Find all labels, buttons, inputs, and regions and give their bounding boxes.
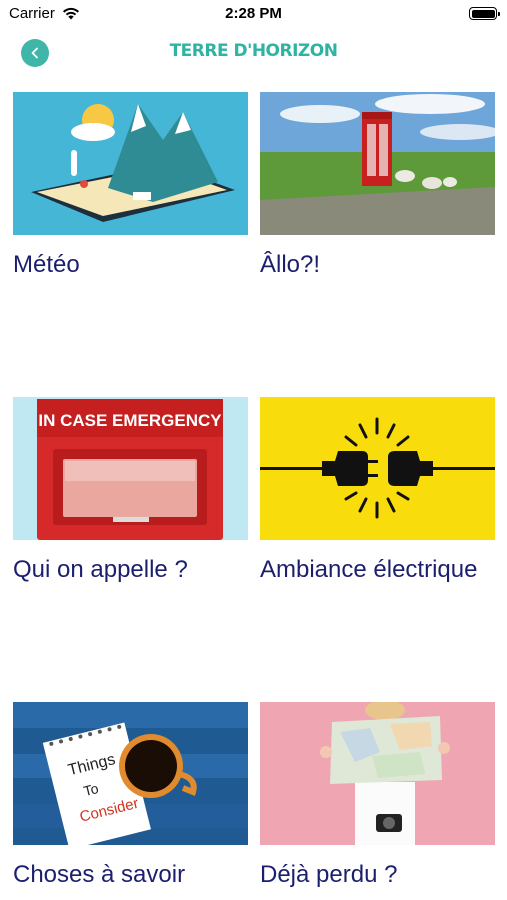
coffee-note-photo: Things To Consider	[13, 702, 248, 845]
tile-ambiance-electrique[interactable]: Ambiance électrique	[260, 397, 495, 586]
brand-logo: TERRE D'HORIZON	[169, 41, 338, 61]
battery-icon	[469, 7, 500, 20]
status-bar: Carrier 2:28 PM	[0, 0, 507, 28]
tile-label: Ambiance électrique	[260, 556, 478, 583]
clock: 2:28 PM	[225, 5, 282, 22]
tile-deja-perdu[interactable]: Déjà perdu ?	[260, 702, 495, 891]
tile-choses-a-savoir[interactable]: Things To Consider Choses à savoir	[13, 702, 248, 891]
tile-label: Déjà perdu ?	[260, 861, 398, 888]
tile-allo[interactable]: Âllo?!	[260, 92, 495, 281]
person-with-map-photo	[260, 702, 495, 845]
tile-label: Âllo?!	[260, 251, 321, 278]
red-phone-box-photo	[260, 92, 495, 235]
tile-meteo[interactable]: Météo	[13, 92, 248, 281]
tile-label: Choses à savoir	[13, 861, 186, 888]
plug-socket-illustration	[260, 397, 495, 540]
emergency-box-photo: IN CASE EMERGENCY	[13, 397, 248, 540]
weather-tablet-illustration	[13, 92, 248, 235]
emergency-box-text: IN CASE EMERGENCY	[38, 411, 222, 430]
tile-label: Qui on appelle ?	[13, 556, 188, 583]
tile-label: Météo	[13, 251, 80, 278]
tile-qui-on-appelle[interactable]: IN CASE EMERGENCY Qui on appelle ?	[13, 397, 248, 586]
